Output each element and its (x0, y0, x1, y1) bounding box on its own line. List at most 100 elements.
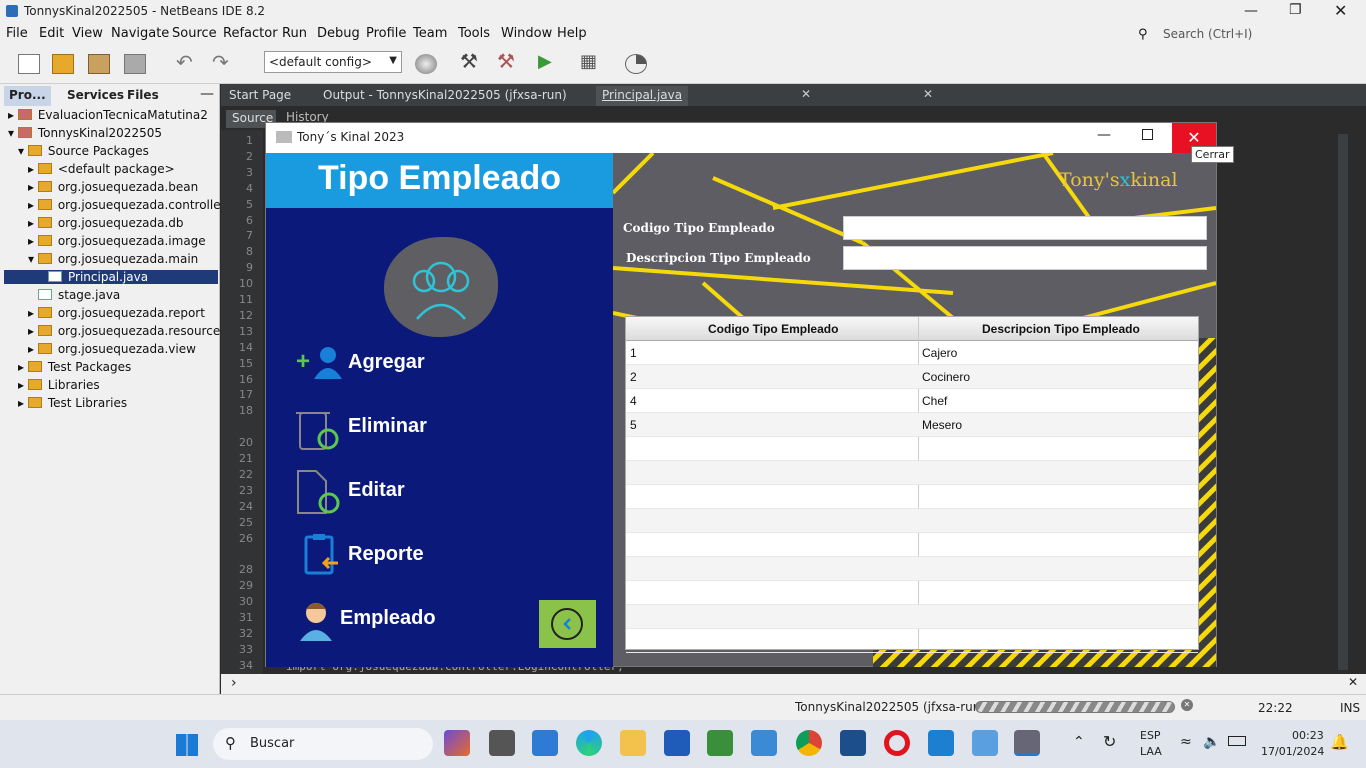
table-row[interactable] (626, 485, 1198, 509)
tree-item[interactable]: ▾ TonnysKinal2022505 (8, 126, 162, 140)
close-tab-icon[interactable]: ✕ (923, 87, 933, 101)
edge-icon[interactable] (576, 730, 602, 756)
language[interactable]: ESP (1140, 729, 1161, 742)
notification-icon[interactable]: 🔔 (1330, 733, 1349, 751)
tree-item[interactable]: ▸ org.josuequezada.report (28, 306, 205, 320)
expand-right-icon[interactable]: ▸ (28, 216, 38, 230)
tree-item[interactable]: ▸ org.josuequezada.image (28, 234, 206, 248)
calculator-icon[interactable] (751, 730, 777, 756)
language-layout[interactable]: LAA (1140, 745, 1162, 758)
tree-item[interactable]: ▸ EvaluacionTecnicaMatutina2 (8, 108, 208, 122)
tree-item[interactable]: ▸ Test Libraries (18, 396, 127, 410)
open-project-icon[interactable] (88, 54, 110, 74)
tab-output[interactable]: Output - TonnysKinal2022505 (jfxsa-run) (317, 86, 573, 106)
menu-debug[interactable]: Debug (317, 26, 360, 41)
close-icon[interactable]: ✕ (1348, 675, 1358, 689)
column-header-codigo[interactable]: Codigo Tipo Empleado (708, 322, 838, 336)
expand-right-icon[interactable]: ▸ (18, 378, 28, 392)
table-row[interactable] (626, 581, 1198, 605)
back-button[interactable] (539, 600, 596, 648)
tree-item[interactable]: ▸ Test Packages (18, 360, 131, 374)
chevron-right-icon[interactable]: › (231, 675, 237, 691)
wifi-icon[interactable]: ≈ (1180, 734, 1192, 750)
opera-icon[interactable] (884, 730, 910, 756)
tree-item[interactable]: ▸ org.josuequezada.resource (28, 324, 220, 338)
folder-icon[interactable] (620, 730, 646, 756)
chart-app-icon[interactable] (707, 730, 733, 756)
menu-window[interactable]: Window (501, 26, 552, 41)
table-row[interactable] (626, 461, 1198, 485)
menu-navigate[interactable]: Navigate (111, 26, 169, 41)
table-row[interactable] (626, 533, 1198, 557)
codigo-field[interactable] (843, 216, 1207, 240)
minimize-panel-icon[interactable]: — (200, 86, 214, 102)
new-project-icon[interactable] (52, 54, 74, 74)
tab-principal-java[interactable]: Principal.java (596, 86, 689, 106)
close-icon[interactable]: ✕ (1334, 1, 1347, 20)
menu-edit[interactable]: Edit (39, 26, 64, 41)
table-row[interactable] (626, 437, 1198, 461)
table-row[interactable] (626, 605, 1198, 629)
expand-right-icon[interactable]: ▸ (8, 108, 18, 122)
maximize-icon[interactable] (1142, 129, 1153, 140)
menu-team[interactable]: Team (413, 26, 447, 41)
table-row[interactable] (626, 509, 1198, 533)
chrome-icon[interactable] (796, 730, 822, 756)
expand-right-icon[interactable]: ▸ (28, 324, 38, 338)
table-row[interactable] (626, 629, 1198, 653)
menu-tools[interactable]: Tools (458, 26, 490, 41)
tree-item[interactable]: ▸ org.josuequezada.controller (28, 198, 226, 212)
restore-icon[interactable]: ❐ (1289, 2, 1302, 18)
mail-icon[interactable] (532, 730, 558, 756)
undo-icon[interactable]: ↶ (176, 50, 198, 74)
taskbar-search[interactable]: ⚲ Buscar (213, 728, 433, 760)
windows-start-icon[interactable] (176, 734, 198, 756)
close-tab-icon[interactable]: ✕ (801, 87, 811, 101)
expand-right-icon[interactable]: ▸ (28, 198, 38, 212)
chevron-up-icon[interactable]: ⌃ (1073, 734, 1085, 750)
expand-right-icon[interactable]: ▸ (18, 396, 28, 410)
table-row[interactable]: 4 Chef (626, 389, 1198, 413)
menu-run[interactable]: Run (282, 26, 307, 41)
expand-right-icon[interactable]: ▸ (28, 342, 38, 356)
tree-item[interactable]: stage.java (38, 288, 120, 302)
task-view-icon[interactable] (489, 730, 515, 756)
profile-icon[interactable] (625, 54, 647, 74)
minimize-icon[interactable]: — (1244, 3, 1258, 19)
netbeans-taskbar-icon[interactable] (840, 730, 866, 756)
tree-item[interactable]: ▸ <default package> (28, 162, 175, 176)
new-file-icon[interactable] (18, 54, 40, 74)
expand-down-icon[interactable]: ▾ (8, 126, 18, 140)
tree-item[interactable]: ▸ org.josuequezada.view (28, 342, 196, 356)
tree-item[interactable]: Principal.java (4, 270, 218, 284)
battery-icon[interactable] (1228, 736, 1246, 746)
tab-services[interactable]: Services (62, 86, 129, 106)
tree-item[interactable]: ▸ Libraries (18, 378, 100, 392)
config-select[interactable]: <default config> ▼ (264, 51, 402, 73)
tree-item[interactable]: ▾ org.josuequezada.main (28, 252, 198, 266)
expand-right-icon[interactable]: ▸ (18, 360, 28, 374)
tree-item[interactable]: ▸ org.josuequezada.db (28, 216, 184, 230)
table-row[interactable]: 2 Cocinero (626, 365, 1198, 389)
build-icon[interactable]: ⚒ (460, 49, 482, 73)
redo-icon[interactable]: ↷ (212, 50, 234, 74)
expand-right-icon[interactable]: ▸ (28, 306, 38, 320)
menu-refactor[interactable]: Refactor (223, 26, 278, 41)
menu-view[interactable]: View (72, 26, 103, 41)
minimize-icon[interactable]: — (1097, 127, 1111, 143)
menu-file[interactable]: File (6, 26, 28, 41)
expand-right-icon[interactable]: ▸ (28, 162, 38, 176)
descripcion-field[interactable] (843, 246, 1207, 270)
cancel-icon[interactable]: ✕ (1181, 699, 1193, 711)
debug-icon[interactable]: ▦ (580, 51, 602, 72)
column-header-descripcion[interactable]: Descripcion Tipo Empleado (982, 322, 1140, 336)
expand-right-icon[interactable]: ▸ (28, 180, 38, 194)
cube-app-icon[interactable] (972, 730, 998, 756)
table-row[interactable]: 5 Mesero (626, 413, 1198, 437)
tree-item[interactable]: ▾ Source Packages (18, 144, 149, 158)
menu-help[interactable]: Help (557, 26, 587, 41)
tree-item[interactable]: ▸ org.josuequezada.bean (28, 180, 198, 194)
table-row[interactable] (626, 557, 1198, 581)
expand-right-icon[interactable]: ▸ (28, 234, 38, 248)
java-app-icon[interactable] (1014, 730, 1040, 756)
